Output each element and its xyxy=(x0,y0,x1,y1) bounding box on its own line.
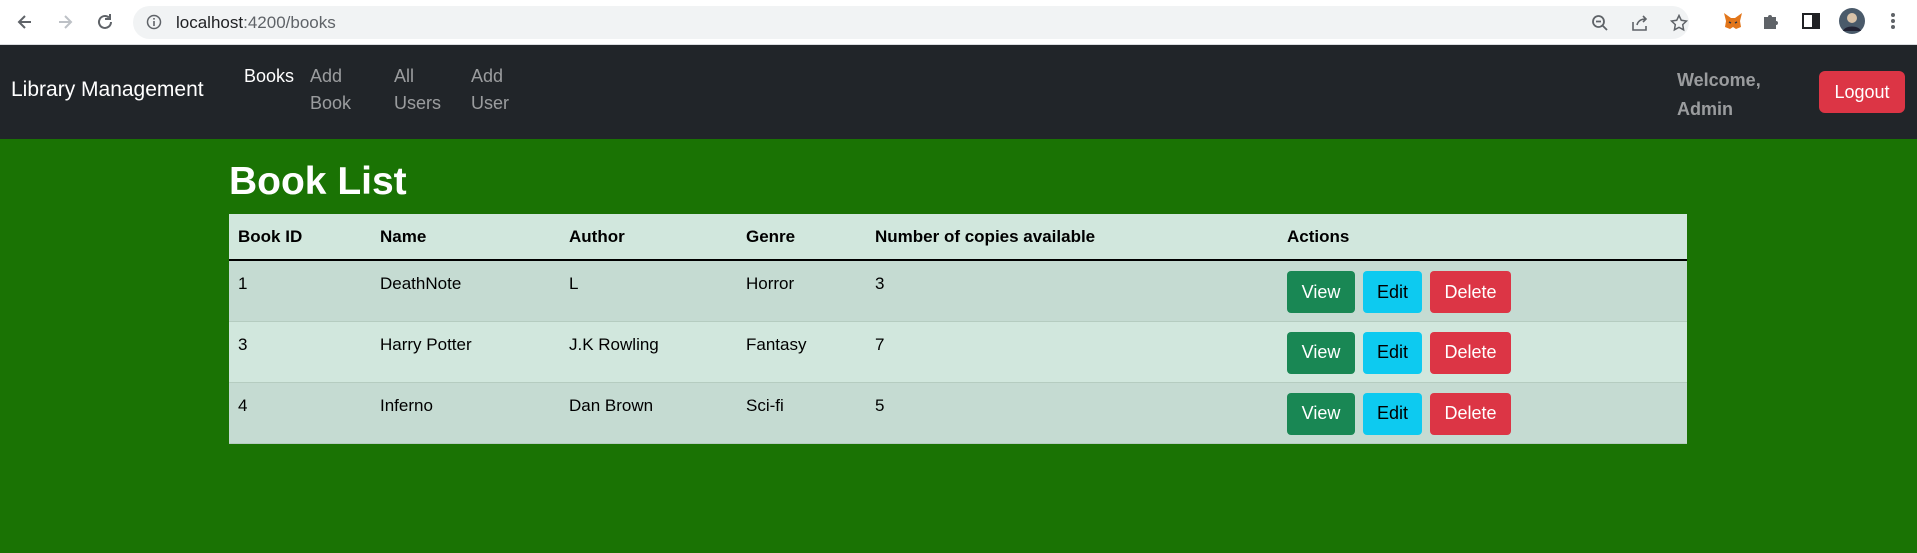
app-navbar: Library Management Books Add Book All Us… xyxy=(0,45,1917,139)
cell-copies: 3 xyxy=(875,274,885,293)
bookmark-star-icon[interactable] xyxy=(1670,14,1688,32)
welcome-text: Welcome, Admin xyxy=(1677,70,1761,119)
browser-toolbar: localhost:4200/books xyxy=(0,0,1917,45)
view-button[interactable]: View xyxy=(1287,392,1355,435)
page-title: Book List xyxy=(229,160,407,203)
column-header-book-id: Book ID xyxy=(229,214,371,261)
metamask-fox-icon[interactable] xyxy=(1722,10,1744,32)
delete-button[interactable]: Delete xyxy=(1430,331,1511,374)
cell-copies: 5 xyxy=(875,395,885,415)
address-bar[interactable]: localhost:4200/books xyxy=(133,6,1689,39)
edit-button[interactable]: Edit xyxy=(1363,392,1422,435)
cell-author: L xyxy=(569,274,579,293)
forward-arrow-icon xyxy=(59,15,73,29)
url-text: localhost:4200/books xyxy=(176,13,336,32)
cell-author: J.K Rowling xyxy=(569,334,659,354)
cell-genre: Sci-fi xyxy=(746,395,784,415)
view-button[interactable]: View xyxy=(1287,331,1355,374)
cell-author: Dan Brown xyxy=(569,395,654,415)
cell-actions: View Edit Delete xyxy=(1278,382,1687,443)
back-button[interactable] xyxy=(11,8,39,36)
cell-book-id: 3 xyxy=(238,334,248,354)
logout-button[interactable]: Logout xyxy=(1819,71,1905,113)
edit-button[interactable]: Edit xyxy=(1363,331,1422,374)
cell-name: Inferno xyxy=(380,395,433,415)
table-row: 3 Harry Potter J.K Rowling Fantasy 7 Vie… xyxy=(229,321,1687,382)
forward-button[interactable] xyxy=(51,8,79,36)
cell-genre: Fantasy xyxy=(746,334,807,354)
cell-actions: View Edit Delete xyxy=(1278,321,1687,382)
cell-name: DeathNote xyxy=(380,274,462,293)
reload-icon xyxy=(98,14,112,29)
back-arrow-icon xyxy=(17,15,31,29)
nav-link-all-users[interactable]: All Users xyxy=(394,63,446,117)
more-menu-icon[interactable] xyxy=(1882,10,1904,32)
reload-button[interactable] xyxy=(91,8,119,36)
cell-copies: 7 xyxy=(875,334,885,354)
column-header-copies: Number of copies available xyxy=(866,214,1278,261)
site-info-icon[interactable] xyxy=(146,14,162,30)
share-icon[interactable] xyxy=(1631,14,1649,32)
nav-link-add-user[interactable]: Add User xyxy=(471,63,519,117)
cell-genre: Horror xyxy=(746,274,795,293)
nav-link-add-book[interactable]: Add Book xyxy=(310,63,358,117)
nav-link-books[interactable]: Books xyxy=(244,63,300,90)
column-header-name: Name xyxy=(371,214,560,261)
side-panel-icon[interactable] xyxy=(1800,10,1822,32)
edit-button[interactable]: Edit xyxy=(1363,271,1422,313)
extensions-puzzle-icon[interactable] xyxy=(1760,10,1782,32)
cell-name: Harry Potter xyxy=(380,334,472,354)
cell-actions: View Edit Delete xyxy=(1278,260,1687,321)
column-header-actions: Actions xyxy=(1278,214,1687,261)
table-header-row: Book ID Name Author Genre Number of copi… xyxy=(229,214,1687,261)
book-table: Book ID Name Author Genre Number of copi… xyxy=(229,214,1687,444)
zoom-out-icon[interactable] xyxy=(1591,14,1609,32)
cell-book-id: 4 xyxy=(238,395,248,415)
navbar-brand[interactable]: Library Management xyxy=(11,78,204,102)
table-row: 1 DeathNote L Horror 3 View Edit Delete xyxy=(229,260,1687,321)
delete-button[interactable]: Delete xyxy=(1430,392,1511,435)
cell-book-id: 1 xyxy=(238,274,248,293)
book-table-container: Book ID Name Author Genre Number of copi… xyxy=(229,214,1687,444)
column-header-author: Author xyxy=(560,214,737,261)
view-button[interactable]: View xyxy=(1287,271,1355,313)
delete-button[interactable]: Delete xyxy=(1430,271,1511,313)
column-header-genre: Genre xyxy=(737,214,866,261)
profile-avatar-icon[interactable] xyxy=(1838,7,1866,35)
table-row: 4 Inferno Dan Brown Sci-fi 5 View Edit Del… xyxy=(229,382,1687,443)
